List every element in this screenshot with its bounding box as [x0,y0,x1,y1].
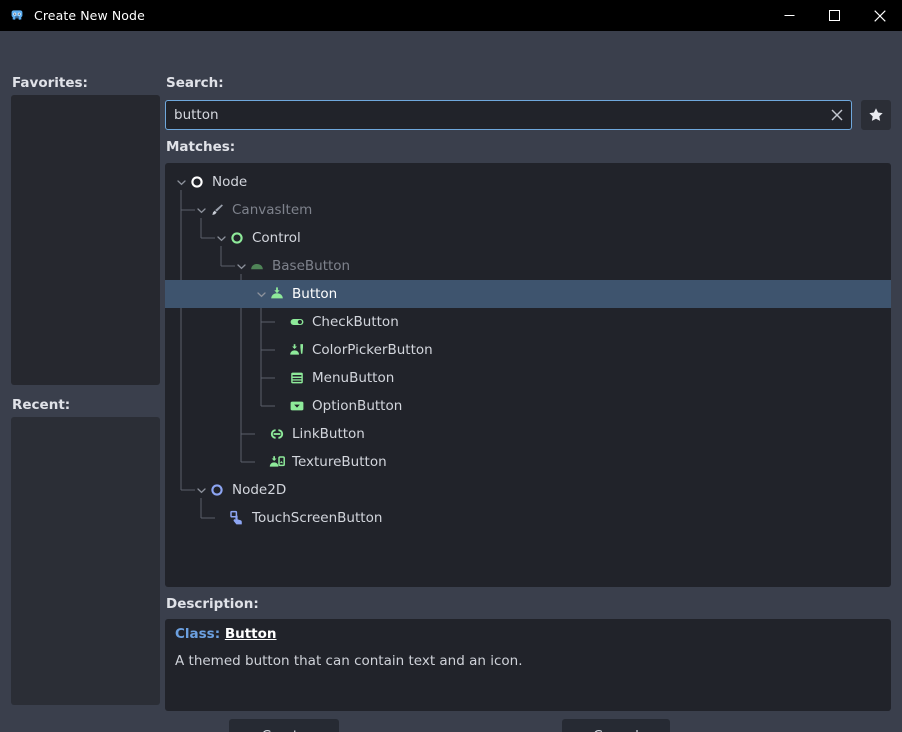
tree-item-label: LinkButton [292,426,365,442]
tree-item-canvasitem[interactable]: CanvasItem [165,196,891,224]
tree-item-label: Button [292,286,337,302]
tree-item-control[interactable]: Control [165,224,891,252]
tree-rows-container: Node CanvasItem Control BaseButton Button Che… [165,163,891,532]
favorites-list[interactable] [11,95,160,385]
tree-item-label: Control [252,230,301,246]
description-class-value[interactable]: Button [225,626,277,642]
texturebutton-icon [269,454,285,470]
tree-item-node[interactable]: Node [165,168,891,196]
chevron-down-icon[interactable] [193,476,209,504]
tree-item-label: MenuButton [312,370,394,386]
tree-indent-spacer [165,252,233,280]
description-panel: Class: Button A themed button that can c… [165,619,891,711]
tree-item-label: BaseButton [272,258,350,274]
tree-item-texturebutton[interactable]: TextureButton [165,448,891,476]
tree-leaf-spacer [273,336,289,364]
description-class-line: Class: Button [175,626,881,642]
tree-leaf-spacer [253,420,269,448]
godot-robot-icon [9,8,25,24]
button-icon [269,286,285,302]
add-to-favorites-button[interactable] [861,100,891,130]
create-new-node-dialog: Create New Node Favorites: Recent: Searc… [0,0,902,732]
control-circle-icon [229,230,245,246]
tree-indent-spacer [165,504,213,532]
tree-indent-spacer [165,196,193,224]
node2d-circle-icon [209,482,225,498]
menubutton-icon [289,370,305,386]
minimize-button[interactable] [767,0,812,31]
touchscreenbutton-icon [229,510,245,526]
tree-item-label: ColorPickerButton [312,342,433,358]
tree-indent-spacer [165,364,273,392]
chevron-down-icon[interactable] [173,168,189,196]
tree-item-optionbutton[interactable]: OptionButton [165,392,891,420]
tree-indent-spacer [165,280,253,308]
tree-item-label: Node [212,174,247,190]
favorites-label: Favorites: [12,75,88,91]
tree-leaf-spacer [213,504,229,532]
tree-item-menubutton[interactable]: MenuButton [165,364,891,392]
search-input[interactable] [166,101,851,129]
description-text: A themed button that can contain text an… [175,653,881,669]
tree-item-label: OptionButton [312,398,402,414]
tree-item-checkbutton[interactable]: CheckButton [165,308,891,336]
recent-list[interactable] [11,417,160,705]
tree-leaf-spacer [273,392,289,420]
search-label: Search: [166,75,224,91]
tree-item-label: CanvasItem [232,202,312,218]
close-button[interactable] [857,0,902,31]
clear-x-icon[interactable] [830,108,844,122]
tree-indent-spacer [165,224,213,252]
tree-indent-spacer [165,336,273,364]
colorpickerbutton-icon [289,342,305,358]
tree-item-touchscreenbutton[interactable]: TouchScreenButton [165,504,891,532]
tree-item-label: TouchScreenButton [252,510,382,526]
linkbutton-icon [269,426,285,442]
node-circle-icon [189,174,205,190]
canvasitem-brush-icon [209,202,225,218]
basebutton-icon [249,258,265,274]
tree-item-label: Node2D [232,482,286,498]
tree-indent-spacer [165,392,273,420]
tree-item-colorpickerbutton[interactable]: ColorPickerButton [165,336,891,364]
tree-item-label: CheckButton [312,314,399,330]
tree-indent-spacer [165,420,253,448]
tree-item-label: TextureButton [292,454,387,470]
create-button[interactable]: Create [229,719,339,732]
matches-tree[interactable]: Node CanvasItem Control BaseButton Button Che… [165,163,891,587]
description-label: Description: [166,596,259,612]
minimize-icon [784,10,795,21]
tree-item-node2d[interactable]: Node2D [165,476,891,504]
tree-item-basebutton[interactable]: BaseButton [165,252,891,280]
window-title: Create New Node [34,8,145,23]
chevron-down-icon[interactable] [193,196,209,224]
optionbutton-icon [289,398,305,414]
dialog-content: Favorites: Recent: Search: Matches: [0,31,902,732]
tree-leaf-spacer [273,364,289,392]
search-row [165,100,891,130]
window-titlebar: Create New Node [0,0,902,31]
tree-indent-spacer [165,448,253,476]
tree-indent-spacer [165,476,193,504]
tree-indent-spacer [165,168,173,196]
tree-item-button[interactable]: Button [165,280,891,308]
tree-indent-spacer [165,308,273,336]
checkbutton-toggle-icon [289,314,305,330]
recent-label: Recent: [12,397,70,413]
chevron-down-icon[interactable] [233,252,249,280]
tree-leaf-spacer [273,308,289,336]
maximize-button[interactable] [812,0,857,31]
tree-item-linkbutton[interactable]: LinkButton [165,420,891,448]
matches-label: Matches: [166,139,235,155]
cancel-button[interactable]: Cancel [562,719,670,732]
star-icon [868,107,884,123]
tree-leaf-spacer [253,448,269,476]
chevron-down-icon[interactable] [253,280,269,308]
description-class-key: Class: [175,626,220,642]
search-field-wrapper [165,100,852,130]
maximize-icon [829,10,840,21]
close-icon [874,10,886,22]
chevron-down-icon[interactable] [213,224,229,252]
